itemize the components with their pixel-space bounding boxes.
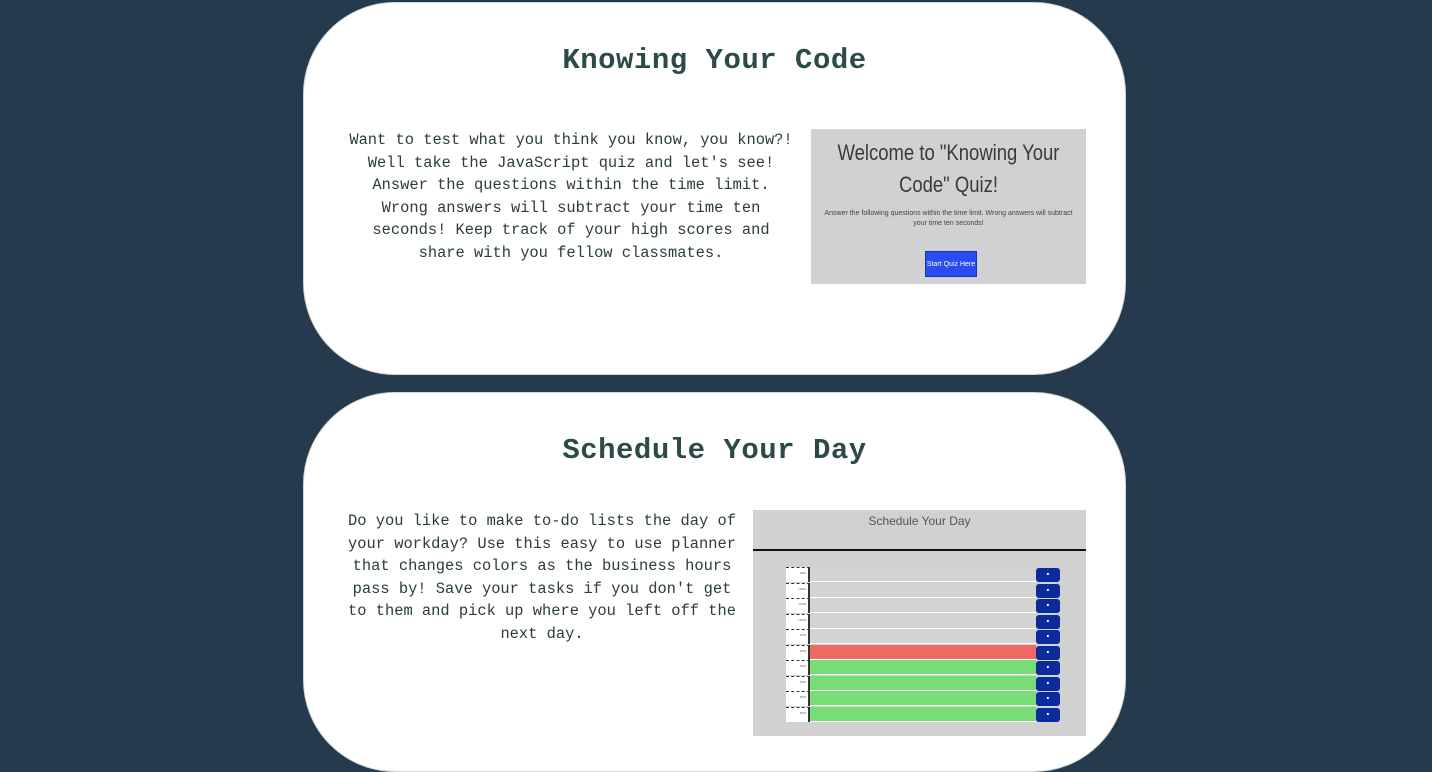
project-card-quiz: Knowing Your Code Want to test what you … (303, 2, 1126, 375)
project-description: Want to test what you think you know, yo… (349, 131, 793, 262)
preview-task-field (810, 644, 1036, 660)
preview-time-block: 2PM ■ (786, 644, 1060, 661)
preview-time-block: 10AM ■ (786, 582, 1060, 599)
preview-start-button: Start Quiz Here (925, 251, 977, 277)
preview-hour-label: 4PM (786, 675, 810, 691)
preview-task-field (810, 660, 1036, 675)
project-title: Schedule Your Day (562, 434, 867, 467)
preview-time-block: 1PM ■ (786, 629, 1060, 645)
preview-hour-label: 1PM (786, 629, 810, 644)
preview-hour-label: 2PM (786, 644, 810, 660)
preview-task-field (810, 582, 1036, 598)
preview-hour-label: 3PM (786, 660, 810, 675)
preview-task-field (810, 675, 1036, 691)
project-screenshot[interactable]: Schedule Your Day 9AM ■ 10AM ■ 11AM ■ 12PM ■ 1PM… (753, 510, 1086, 736)
preview-task-field (810, 706, 1036, 722)
preview-time-blocks: 9AM ■ 10AM ■ 11AM ■ 12PM ■ 1PM ■ 2PM ■ 3PM ■ 4PM ■ 5PM ■ 6… (786, 567, 1060, 722)
preview-task-field (810, 691, 1036, 706)
preview-task-field (810, 613, 1036, 629)
preview-divider (753, 549, 1086, 551)
preview-save-icon: ■ (1036, 568, 1060, 582)
preview-task-field (810, 567, 1036, 582)
preview-hour-label: 10AM (786, 582, 810, 598)
preview-task-field (810, 629, 1036, 644)
project-card-scheduler: Schedule Your Day Do you like to make to… (303, 392, 1126, 772)
preview-save-icon: ■ (1036, 630, 1060, 644)
preview-time-block: 12PM ■ (786, 613, 1060, 630)
preview-save-icon: ■ (1036, 661, 1060, 675)
preview-time-block: 3PM ■ (786, 660, 1060, 676)
preview-save-icon: ■ (1036, 583, 1060, 598)
preview-hour-label: 12PM (786, 613, 810, 629)
preview-time-block: 4PM ■ (786, 675, 1060, 692)
preview-hour-label: 6PM (786, 706, 810, 722)
preview-heading: Schedule Your Day (868, 514, 971, 528)
project-description: Do you like to make to-do lists the day … (348, 512, 736, 643)
preview-save-icon: ■ (1036, 614, 1060, 629)
preview-save-icon: ■ (1036, 645, 1060, 660)
preview-hour-label: 5PM (786, 691, 810, 706)
preview-heading: Welcome to "Knowing Your Code" Quiz! (837, 140, 1060, 197)
preview-task-field (810, 598, 1036, 613)
preview-hour-label: 11AM (786, 598, 810, 613)
preview-time-block: 9AM ■ (786, 567, 1060, 583)
preview-time-block: 6PM ■ (786, 706, 1060, 723)
project-screenshot[interactable]: Welcome to "Knowing Your Code" Quiz! Ans… (811, 129, 1086, 284)
preview-text: Answer the following questions within th… (824, 210, 1073, 227)
preview-save-icon: ■ (1036, 707, 1060, 722)
preview-hour-label: 9AM (786, 567, 810, 582)
preview-time-block: 11AM ■ (786, 598, 1060, 614)
preview-time-block: 5PM ■ (786, 691, 1060, 707)
project-title: Knowing Your Code (562, 44, 867, 77)
preview-save-icon: ■ (1036, 692, 1060, 706)
preview-save-icon: ■ (1036, 676, 1060, 691)
preview-save-icon: ■ (1036, 599, 1060, 613)
